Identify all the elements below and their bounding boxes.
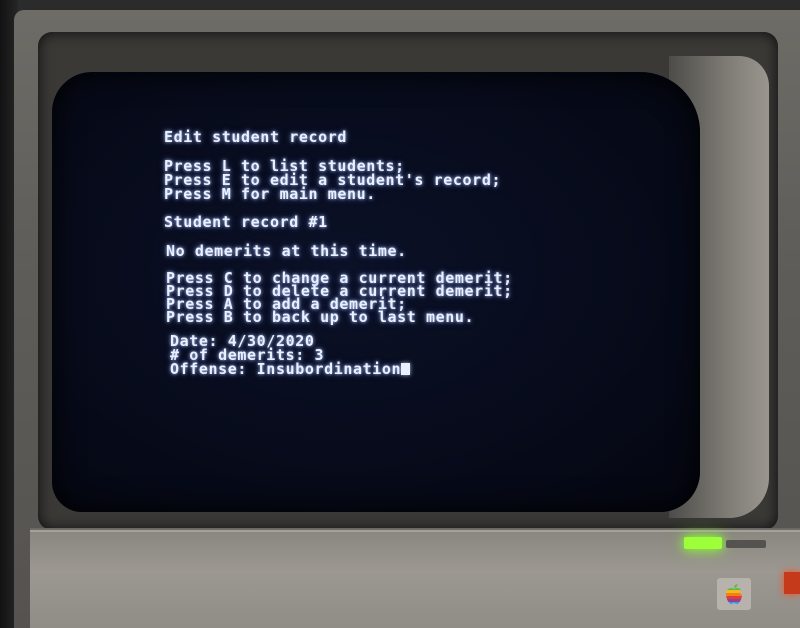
power-led-icon xyxy=(684,537,722,549)
apple-logo-svg xyxy=(726,584,742,604)
crt-screen: Edit student record Press L to list stud… xyxy=(52,72,700,512)
photo-scene: Edit student record Press L to list stud… xyxy=(0,0,800,628)
power-switch[interactable] xyxy=(726,540,766,548)
option-back-up: Press B to back up to last menu. xyxy=(166,308,475,326)
block-cursor-icon xyxy=(401,363,411,375)
offense-field[interactable]: Offense: Insubordination xyxy=(170,360,411,378)
offense-text: Offense: Insubordination xyxy=(170,360,402,378)
red-indicator-light xyxy=(784,572,800,594)
status-message: No demerits at this time. xyxy=(166,242,407,260)
apple-rainbow-logo-icon xyxy=(717,578,751,610)
menu-option-main-menu: Press M for main menu. xyxy=(164,185,376,203)
record-heading: Student record #1 xyxy=(164,213,328,231)
screen-title: Edit student record xyxy=(164,128,347,146)
